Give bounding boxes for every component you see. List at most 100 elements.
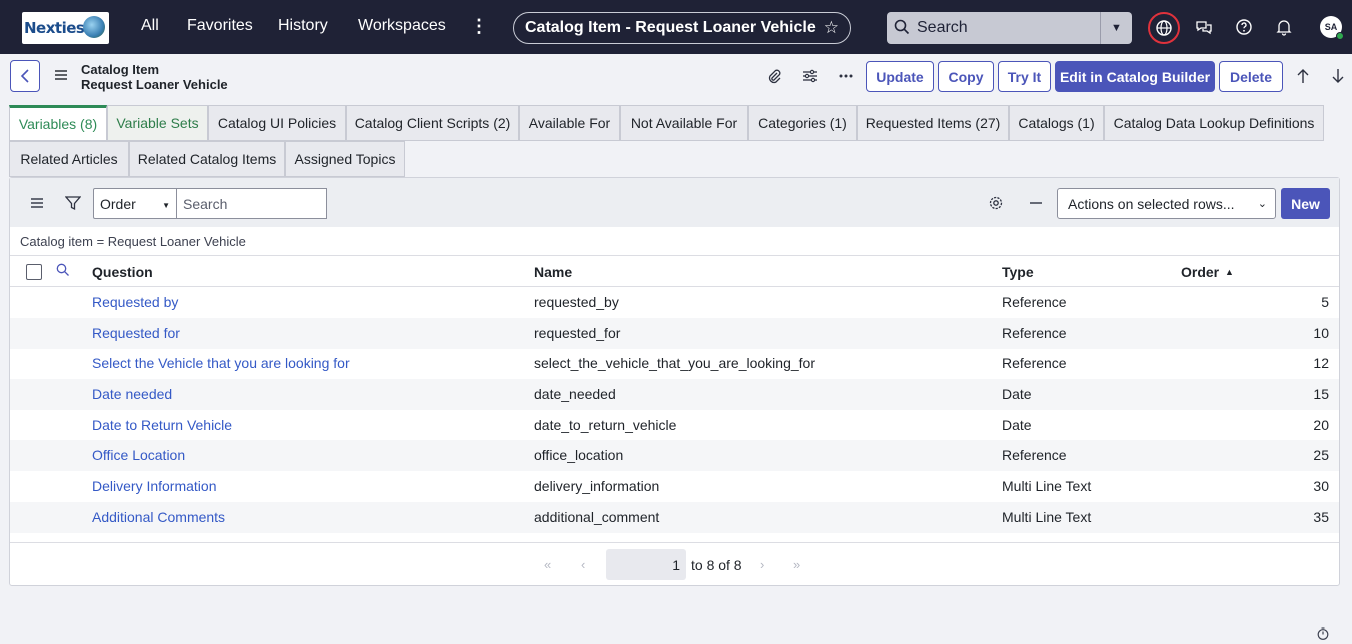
table-row: Requested for requested_for Reference 10 (10, 318, 1339, 349)
actions-on-selected-rows-select[interactable]: Actions on selected rows... ⌄ (1057, 188, 1276, 219)
cell-type: Multi Line Text (1002, 478, 1092, 494)
delete-button[interactable]: Delete (1219, 61, 1283, 92)
cell-order: 5 (1321, 294, 1329, 310)
list-settings-gear-icon[interactable] (986, 194, 1006, 212)
search-scope-dropdown[interactable]: ▼ (1100, 12, 1132, 44)
tab-variable-sets[interactable]: Variable Sets (107, 105, 208, 141)
form-header: Catalog Item Request Loaner Vehicle Upda… (0, 54, 1352, 98)
edit-in-catalog-builder-button[interactable]: Edit in Catalog Builder (1055, 61, 1215, 92)
cell-name: additional_comment (534, 509, 660, 525)
next-record-arrow-icon[interactable] (1328, 66, 1348, 86)
question-link[interactable]: Requested by (92, 294, 178, 310)
list-breadcrumb[interactable]: Catalog item = Request Loaner Vehicle (20, 234, 246, 249)
question-link[interactable]: Date needed (92, 386, 172, 402)
context-title: Catalog Item - Request Loaner Vehicle (525, 19, 816, 36)
more-menu-icon[interactable]: ⋮ (470, 14, 488, 38)
question-link[interactable]: Requested for (92, 325, 180, 341)
back-button[interactable] (10, 60, 40, 92)
last-page-icon[interactable]: » (793, 557, 800, 572)
tab-catalog-ui-policies[interactable]: Catalog UI Policies (208, 105, 346, 141)
cell-name: requested_for (534, 325, 621, 341)
first-page-icon[interactable]: « (544, 557, 551, 572)
new-button[interactable]: New (1281, 188, 1330, 219)
next-page-icon[interactable]: › (760, 557, 764, 572)
context-title-pill[interactable]: Catalog Item - Request Loaner Vehicle ☆ (513, 12, 851, 44)
nav-favorites[interactable]: Favorites (187, 17, 253, 35)
chevron-down-icon: ▼ (162, 201, 170, 210)
tab-available-for[interactable]: Available For (519, 105, 620, 141)
cell-name: date_needed (534, 386, 616, 402)
table-row: Select the Vehicle that you are looking … (10, 348, 1339, 379)
question-link[interactable]: Additional Comments (92, 509, 225, 525)
page-range-text: to 8 of 8 (691, 557, 742, 573)
user-avatar[interactable]: SA (1320, 16, 1344, 40)
company-logo[interactable]: Nexties (22, 12, 109, 44)
response-time-icon[interactable] (1317, 627, 1329, 643)
search-label: Search (917, 19, 968, 36)
previous-record-arrow-icon[interactable] (1293, 66, 1313, 86)
cell-name: date_to_return_vehicle (534, 417, 677, 433)
form-title-record: Request Loaner Vehicle (81, 77, 228, 92)
sort-ascending-icon: ▲ (1225, 267, 1234, 277)
list-pagination: « ‹ 1 to 8 of 8 › » (10, 542, 1339, 586)
favorite-star-icon[interactable]: ☆ (824, 18, 839, 38)
try-it-button[interactable]: Try It (998, 61, 1051, 92)
cell-name: delivery_information (534, 478, 660, 494)
nav-all[interactable]: All (141, 17, 159, 35)
tab-catalogs[interactable]: Catalogs (1) (1009, 105, 1104, 141)
global-search[interactable]: Search ▼ (887, 12, 1132, 44)
table-row: Date needed date_needed Date 15 (10, 379, 1339, 410)
cell-type: Reference (1002, 447, 1067, 463)
tab-catalog-client-scripts[interactable]: Catalog Client Scripts (2) (346, 105, 519, 141)
filter-icon[interactable] (63, 194, 83, 212)
question-link[interactable]: Delivery Information (92, 478, 217, 494)
tab-assigned-topics[interactable]: Assigned Topics (285, 141, 405, 177)
question-link[interactable]: Select the Vehicle that you are looking … (92, 355, 350, 371)
cell-order: 35 (1313, 509, 1329, 525)
copy-button[interactable]: Copy (938, 61, 994, 92)
nav-workspaces[interactable]: Workspaces (358, 17, 446, 35)
list-menu-icon[interactable] (27, 194, 47, 212)
question-link[interactable]: Office Location (92, 447, 185, 463)
cell-name: requested_by (534, 294, 619, 310)
cell-order: 10 (1313, 325, 1329, 341)
chevron-down-icon: ⌄ (1257, 198, 1267, 210)
personalize-form-icon[interactable] (800, 66, 820, 86)
tab-not-available-for[interactable]: Not Available For (620, 105, 748, 141)
list-search-input[interactable]: Search (177, 188, 327, 219)
cell-type: Reference (1002, 355, 1067, 371)
column-search-icon[interactable] (56, 263, 70, 280)
question-link[interactable]: Date to Return Vehicle (92, 417, 232, 433)
tab-related-articles[interactable]: Related Articles (9, 141, 129, 177)
table-row: Requested by requested_by Reference 5 (10, 287, 1339, 318)
tab-related-catalog-items[interactable]: Related Catalog Items (129, 141, 285, 177)
search-field-select[interactable]: Order ▼ (93, 188, 177, 219)
tab-requested-items[interactable]: Requested Items (27) (857, 105, 1009, 141)
tab-catalog-data-lookup-definitions[interactable]: Catalog Data Lookup Definitions (1104, 105, 1324, 141)
collapse-list-icon[interactable] (1026, 194, 1046, 212)
chat-icon[interactable] (1192, 15, 1216, 39)
column-header-question[interactable]: Question (92, 264, 153, 280)
cell-order: 12 (1313, 355, 1329, 371)
more-options-icon[interactable] (836, 66, 856, 86)
select-all-checkbox[interactable] (26, 264, 42, 280)
help-icon[interactable] (1232, 15, 1256, 39)
actions-select-value: Actions on selected rows... (1068, 195, 1235, 212)
previous-page-icon[interactable]: ‹ (581, 557, 585, 572)
form-context-menu-icon[interactable] (54, 68, 68, 84)
language-globe-icon[interactable] (1148, 12, 1180, 44)
column-header-name[interactable]: Name (534, 264, 572, 280)
update-button[interactable]: Update (866, 61, 934, 92)
column-header-order[interactable]: Order (1181, 264, 1219, 280)
top-navigation: Nexties All Favorites History Workspaces… (0, 0, 1352, 54)
cell-order: 30 (1313, 478, 1329, 494)
logo-text: Nexties (24, 19, 85, 37)
tab-categories[interactable]: Categories (1) (748, 105, 857, 141)
attachment-icon[interactable] (764, 66, 784, 86)
nav-history[interactable]: History (278, 17, 328, 35)
column-header-type[interactable]: Type (1002, 264, 1034, 280)
notifications-bell-icon[interactable] (1272, 15, 1296, 39)
page-number-input[interactable]: 1 (606, 549, 686, 580)
tab-variables[interactable]: Variables (8) (9, 105, 107, 141)
cell-type: Date (1002, 417, 1032, 433)
